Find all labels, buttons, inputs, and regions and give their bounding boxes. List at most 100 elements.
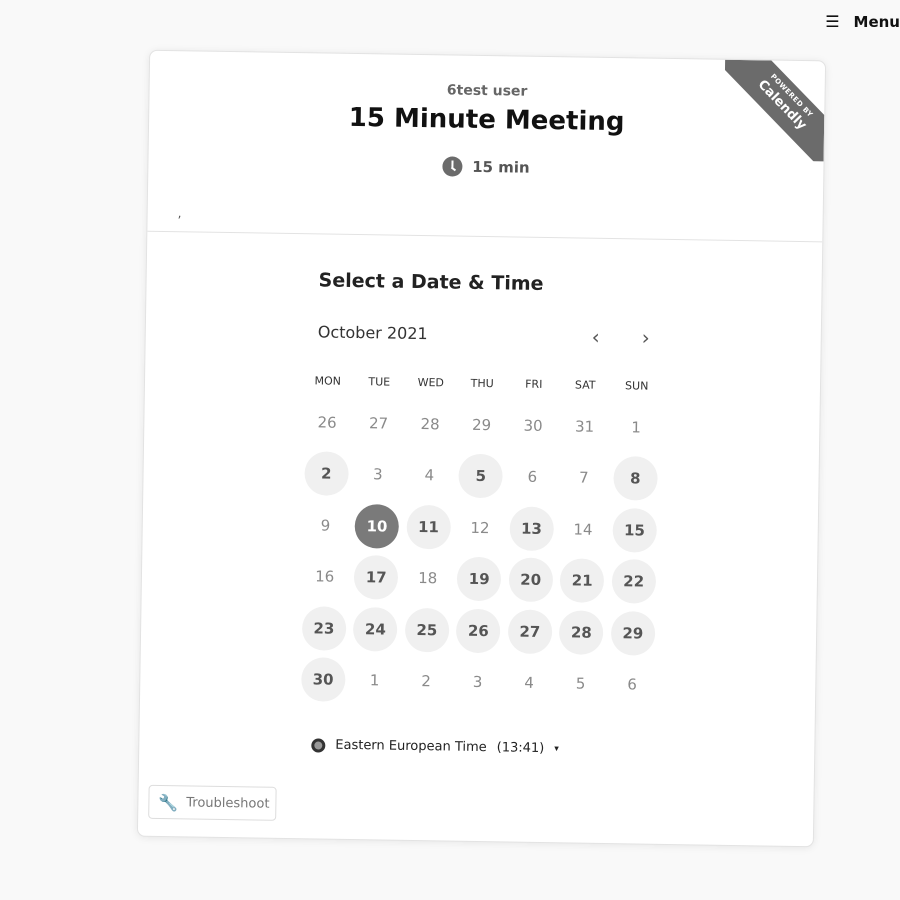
calendar-day[interactable]: 20 xyxy=(505,554,557,606)
calendar-grid: 26 27 28 29 30 31 1 2 3 4 5 6 7 8 9 10 11 12 13 14 15 16 17 18 1… xyxy=(297,396,664,711)
day-number: 28 xyxy=(420,414,440,434)
event-header: 6test user 15 Minute Meeting 15 min , xyxy=(147,50,826,243)
weekday-thu: THU xyxy=(470,376,494,391)
day-number: 31 xyxy=(574,417,595,436)
weekday-header: MON TUE WED THU FRI SAT SUN xyxy=(302,374,663,393)
calendar-day[interactable]: 29 xyxy=(607,607,659,659)
day-number: 22 xyxy=(611,559,657,604)
calendar-day[interactable]: 5 xyxy=(455,450,507,502)
chevron-left-icon[interactable]: ‹ xyxy=(592,325,600,349)
calendar-day: 31 xyxy=(558,400,610,452)
menu-label: Menu xyxy=(853,12,900,31)
day-number: 18 xyxy=(418,569,438,588)
calendar-day: 3 xyxy=(451,656,503,708)
chevron-right-icon[interactable]: › xyxy=(642,326,650,350)
select-date-heading: Select a Date & Time xyxy=(318,269,544,295)
day-number: 6 xyxy=(627,675,637,694)
clock-icon xyxy=(441,156,463,177)
calendar-day[interactable]: 21 xyxy=(556,555,608,607)
calendar-day: 14 xyxy=(557,503,609,555)
duration-label: 15 min xyxy=(472,157,530,177)
globe-icon xyxy=(311,737,326,753)
timezone-time: (13:41) xyxy=(496,740,545,757)
calendar-day[interactable]: 28 xyxy=(555,606,607,658)
day-number: 7 xyxy=(578,468,589,487)
calendar-day: 5 xyxy=(554,658,606,710)
calendar-day: 4 xyxy=(503,657,555,709)
day-number: 5 xyxy=(575,674,586,693)
calendar-day: 1 xyxy=(348,654,400,706)
hamburger-icon: ☰ xyxy=(825,12,840,31)
troubleshoot-label: Troubleshoot xyxy=(186,794,270,812)
day-number: 2 xyxy=(421,672,431,691)
day-number: 24 xyxy=(353,606,398,652)
day-number: 30 xyxy=(523,416,543,435)
calendar-day: 6 xyxy=(606,658,658,710)
booking-card: POWERED BY Calendly 6test user 15 Minute… xyxy=(136,49,827,848)
calendar-day[interactable]: 23 xyxy=(298,602,350,654)
calendar-day: 6 xyxy=(506,451,558,503)
event-title: 15 Minute Meeting xyxy=(348,102,625,138)
day-number: 16 xyxy=(315,567,335,586)
calendar-day: 3 xyxy=(352,448,404,500)
calendar-day[interactable]: 25 xyxy=(401,604,453,656)
day-number: 17 xyxy=(353,555,399,600)
day-number: 14 xyxy=(573,520,593,539)
day-number: 23 xyxy=(301,605,347,651)
calendar-day: 7 xyxy=(558,452,610,504)
calendar-day[interactable]: 19 xyxy=(453,553,505,605)
day-number: 9 xyxy=(320,516,331,535)
troubleshoot-button[interactable]: 🔧 Troubleshoot xyxy=(148,784,277,821)
wrench-icon: 🔧 xyxy=(158,792,179,812)
calendar-day[interactable]: 27 xyxy=(504,605,556,657)
timezone-selector[interactable]: Eastern European Time (13:41) ▾ xyxy=(311,737,559,756)
calendar-day[interactable]: 22 xyxy=(608,556,660,608)
day-number: 30 xyxy=(300,657,346,703)
day-number: 25 xyxy=(404,607,450,653)
calendar-day[interactable]: 13 xyxy=(505,502,557,554)
menu-button[interactable]: ☰ Menu xyxy=(825,12,900,31)
calendar-day: 18 xyxy=(402,552,454,604)
day-number: 12 xyxy=(470,518,490,537)
day-number: 10 xyxy=(354,503,400,549)
day-number: 13 xyxy=(509,506,554,551)
timezone-label: Eastern European Time xyxy=(335,737,487,756)
calendar-day: 27 xyxy=(352,397,404,449)
weekday-sat: SAT xyxy=(574,378,596,392)
calendar-day[interactable]: 24 xyxy=(349,603,401,655)
calendar-day-selected[interactable]: 10 xyxy=(351,500,403,552)
day-number: 11 xyxy=(406,504,451,550)
calendar-day[interactable]: 17 xyxy=(350,551,402,603)
day-number: 21 xyxy=(559,558,605,604)
month-label: October 2021 xyxy=(317,322,428,344)
weekday-tue: TUE xyxy=(368,375,391,389)
event-description: , xyxy=(177,206,182,221)
calendar-day[interactable]: 11 xyxy=(402,501,454,553)
day-number: 1 xyxy=(631,418,642,437)
calendar-day[interactable]: 8 xyxy=(609,453,661,505)
calendar-day: 2 xyxy=(400,655,452,707)
weekday-fri: FRI xyxy=(525,377,543,391)
calendar-day[interactable]: 15 xyxy=(608,504,660,556)
day-number: 4 xyxy=(424,466,435,485)
day-number: 3 xyxy=(372,465,383,484)
calendar-day: 12 xyxy=(454,502,506,554)
day-number: 3 xyxy=(472,673,483,692)
calendar-day: 29 xyxy=(455,399,507,451)
calendar-day[interactable]: 30 xyxy=(297,654,349,706)
day-number: 1 xyxy=(369,671,380,690)
day-number: 20 xyxy=(508,557,554,603)
day-number: 27 xyxy=(507,609,553,654)
weekday-wed: WED xyxy=(417,375,445,390)
day-number: 19 xyxy=(456,556,502,602)
weekday-sun: SUN xyxy=(625,379,649,393)
event-duration: 15 min xyxy=(441,156,530,177)
day-number: 15 xyxy=(612,507,657,553)
calendar-day[interactable]: 2 xyxy=(300,448,352,500)
calendar-day: 4 xyxy=(403,449,455,501)
day-number: 28 xyxy=(559,609,604,655)
day-number: 26 xyxy=(456,608,501,654)
calendar-day[interactable]: 26 xyxy=(452,605,504,657)
day-number: 4 xyxy=(524,673,534,693)
day-number: 5 xyxy=(458,453,504,499)
